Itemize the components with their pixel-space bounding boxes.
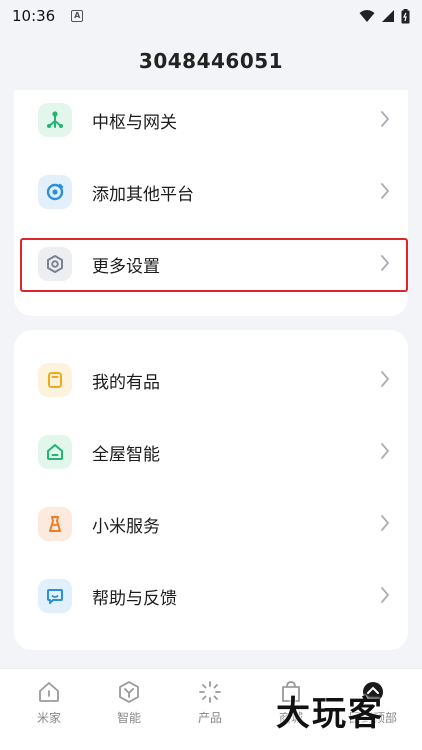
nav-label: 产品 xyxy=(197,711,222,725)
notification-icon: A xyxy=(71,10,84,22)
nav-item-smart[interactable]: 智能 xyxy=(99,679,159,726)
nav-label: 智能 xyxy=(116,711,141,725)
menu-item-hub-gateway[interactable]: 中枢与网关 xyxy=(14,84,408,156)
product-icon xyxy=(199,681,221,703)
service-icon xyxy=(38,507,72,541)
chevron-right-icon xyxy=(381,371,390,387)
settings-card-bottom: 我的有品 全屋智能 小米服务 帮助与反馈 xyxy=(14,330,408,650)
chevron-right-icon xyxy=(381,587,390,603)
watermark-logo: 大玩客 xyxy=(276,694,384,734)
feedback-icon xyxy=(38,579,72,613)
menu-item-label: 添加其他平台 xyxy=(92,184,194,205)
menu-item-label: 帮助与反馈 xyxy=(92,588,177,609)
status-time: 10:36 xyxy=(12,7,56,25)
youpin-icon xyxy=(38,363,72,397)
wifi-icon xyxy=(359,10,375,22)
signal-icon xyxy=(382,10,394,22)
add-platform-icon xyxy=(38,175,72,209)
page-title: 3048446051 xyxy=(138,49,284,73)
smart-icon xyxy=(119,681,139,703)
chevron-right-icon xyxy=(381,515,390,531)
status-bar: 10:36 A xyxy=(0,0,422,32)
nav-item-home[interactable]: 米家 xyxy=(19,679,79,726)
smart-home-icon xyxy=(38,435,72,469)
home-icon xyxy=(39,682,59,702)
menu-item-smart-home[interactable]: 全屋智能 xyxy=(14,416,408,488)
settings-icon xyxy=(38,247,72,281)
menu-item-label: 我的有品 xyxy=(92,372,160,393)
nav-label: 米家 xyxy=(36,711,61,725)
chevron-right-icon xyxy=(381,443,390,459)
chevron-right-icon xyxy=(381,183,390,199)
menu-item-label: 更多设置 xyxy=(92,256,160,277)
menu-item-add-platform[interactable]: 添加其他平台 xyxy=(14,156,408,228)
settings-card-top: 中枢与网关 添加其他平台 更多设置 xyxy=(14,84,408,316)
menu-item-more-settings[interactable]: 更多设置 xyxy=(14,228,408,300)
menu-item-label: 全屋智能 xyxy=(92,444,160,465)
menu-item-help-feedback[interactable]: 帮助与反馈 xyxy=(14,560,408,632)
hub-icon xyxy=(38,103,72,137)
menu-item-label: 小米服务 xyxy=(92,516,160,537)
chevron-right-icon xyxy=(381,255,390,271)
status-icons xyxy=(359,8,410,24)
menu-item-label: 中枢与网关 xyxy=(92,112,177,133)
battery-icon xyxy=(401,8,410,23)
nav-item-product[interactable]: 产品 xyxy=(180,679,240,726)
chevron-right-icon xyxy=(381,111,390,127)
header: 3048446051 xyxy=(0,32,422,90)
menu-item-mi-service[interactable]: 小米服务 xyxy=(14,488,408,560)
menu-item-youpin[interactable]: 我的有品 xyxy=(14,344,408,416)
